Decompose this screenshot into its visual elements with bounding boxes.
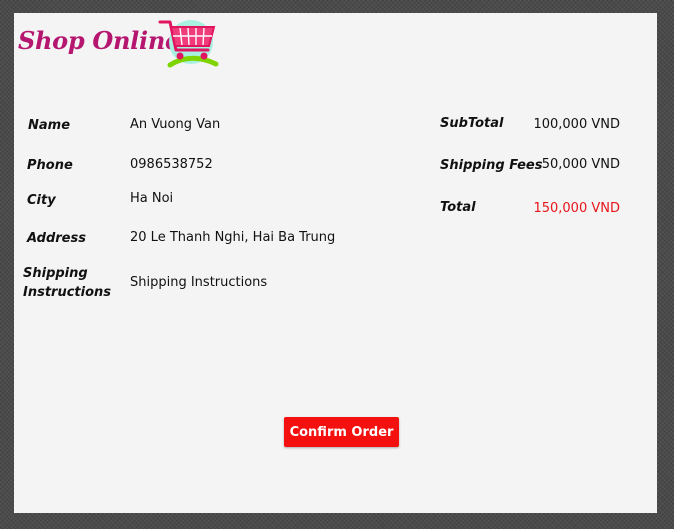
logo-text: Shop Online — [18, 26, 180, 55]
shop-logo[interactable]: Shop Online — [18, 16, 228, 72]
subtotal-label: SubTotal — [440, 116, 504, 131]
shopping-cart-icon — [158, 20, 219, 68]
address-label: Address — [27, 231, 86, 246]
order-confirmation-panel: Shop Online Name An Vuong Van Phone 0986… — [14, 13, 657, 513]
phone-label: Phone — [27, 158, 73, 173]
confirm-order-button[interactable]: Confirm Order — [284, 417, 399, 447]
total-label: Total — [440, 200, 476, 215]
shipping-instructions-value: Shipping Instructions — [130, 275, 268, 290]
city-label: City — [27, 193, 56, 208]
phone-value: 0986538752 — [130, 157, 213, 172]
city-value: Ha Noi — [130, 191, 174, 206]
address-value: 20 Le Thanh Nghi, Hai Ba Trung — [130, 230, 336, 245]
shipping-fees-value: 50,000 VND — [541, 157, 620, 172]
shipping-instructions-label: Shipping Instructions — [23, 266, 112, 300]
shipping-fees-label: Shipping Fees — [440, 158, 543, 173]
total-value: 150,000 VND — [533, 201, 620, 216]
name-value: An Vuong Van — [130, 117, 221, 132]
name-label: Name — [28, 118, 71, 133]
subtotal-value: 100,000 VND — [533, 117, 620, 132]
